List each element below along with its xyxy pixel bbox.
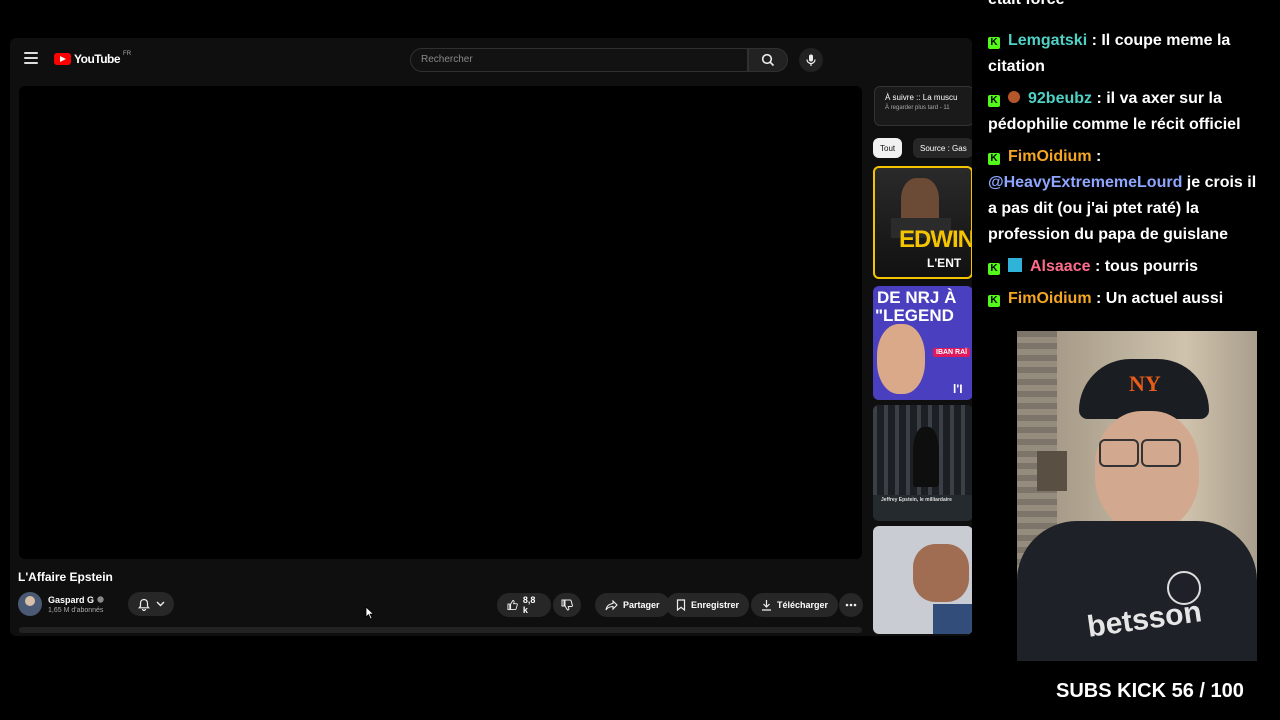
chip-source[interactable]: Source : Gas [913,138,972,158]
chat-message: K Alsaace : tous pourris [988,254,1263,280]
more-actions-button[interactable] [839,593,863,617]
kick-badge-icon: K [988,263,1000,275]
save-label: Enregistrer [691,600,740,610]
video-title: L'Affaire Epstein [18,570,113,584]
verified-icon [97,596,104,603]
chat-mention[interactable]: @HeavyExtrememeLourd [988,174,1182,191]
chat-username[interactable]: FimOidium [1008,290,1092,307]
microphone-icon [806,54,816,66]
background-shelf [1037,451,1067,491]
thumbnail-title: DE NRJ À [877,288,957,307]
youtube-window: YouTube FR Rechercher L'Affaire Epstein … [10,38,972,636]
chat-separator: : [1092,90,1107,107]
recommended-video-thumbnail[interactable]: Jeffrey Epstein, le milliardaire [873,405,972,521]
chat-username[interactable]: Lemgatski [1008,32,1087,49]
user-badge-icon [1008,258,1022,272]
shirt-crest [1167,571,1201,605]
thumbnail-person [877,324,925,394]
kick-badge-icon: K [988,37,1000,49]
download-label: Télécharger [777,600,829,610]
like-count: 8,8 k [522,595,536,615]
thumbs-up-icon [507,600,518,610]
person-shirt [1017,521,1257,661]
youtube-logo-text: YouTube [74,52,121,66]
cap-logo: NY [1129,371,1161,396]
chevron-down-icon [156,601,164,607]
chat-message: K 92beubz : il va axer sur la pédophilie … [988,86,1263,138]
webcam-feed: NY betsson [1017,331,1257,661]
thumbnail-title-line2: "LEGEND [875,306,954,325]
chat-text: Un actuel aussi [1105,290,1224,307]
chat-username[interactable]: FimOidium [1008,148,1092,165]
up-next-playlist[interactable]: À suivre :: La muscu À regarder plus tar… [874,86,972,126]
recommended-video-thumbnail[interactable]: DE NRJ À "LEGEND IBAN RAÏ l'I [873,286,972,400]
chat-message: K FimOidium : @HeavyExtrememeLourd je cro… [988,144,1263,248]
thumbnail-shirt [933,604,972,634]
search-input[interactable]: Rechercher [410,48,748,72]
chat-message: K FimOidium : Un actuel aussi [988,286,1263,312]
thumbnail-badge: IBAN RAÏ [933,348,971,357]
channel-info: Gaspard G 1,65 M d'abonnés [18,592,104,616]
youtube-header: YouTube FR Rechercher [10,38,972,84]
thumbs-down-icon [561,599,573,611]
bell-icon [137,598,150,611]
thumbnail-corner-text: l'I [953,382,963,396]
thumbnail-subtitle: L'ENT [927,256,962,270]
chat-username[interactable]: Alsaace [1030,258,1091,275]
chat-message-fragment: était forcé [988,0,1263,13]
save-button[interactable]: Enregistrer [666,593,750,617]
chat-text: il va axer sur la pédophilie comme le ré… [988,90,1241,133]
kick-badge-icon: K [988,295,1000,307]
up-next-title: À suivre :: La muscu [885,93,958,102]
dislike-button[interactable] [553,593,581,617]
chip-all[interactable]: Tout [873,138,903,158]
glasses-right [1141,439,1181,467]
thumbnail-person [913,544,969,602]
kick-badge-icon: K [988,95,1000,107]
share-icon [605,599,618,610]
recommended-video-thumbnail[interactable]: EDWIN L'ENT [873,166,972,279]
voice-search-button[interactable] [799,48,823,72]
like-button[interactable]: 8,8 k [497,593,551,617]
thumbnail-person [913,427,939,487]
glasses-left [1099,439,1139,467]
download-icon [762,600,771,611]
share-button[interactable]: Partager [595,593,670,617]
mouse-cursor-icon [365,606,375,620]
person-face [1095,411,1199,531]
hamburger-menu-icon[interactable] [24,52,38,64]
kick-badge-icon: K [988,153,1000,165]
share-label: Partager [623,600,660,610]
up-next-subtitle: À regarder plus tard - 11 [885,105,950,111]
channel-avatar[interactable] [18,592,42,616]
chat-username[interactable]: 92beubz [1028,90,1092,107]
channel-name[interactable]: Gaspard G [48,595,94,605]
search-button[interactable] [748,48,788,72]
subs-goal-counter: SUBS KICK 56 / 100 [1056,680,1244,702]
search-icon [761,53,775,67]
chat-text: tous pourris [1104,258,1199,275]
country-code: FR [123,51,132,57]
user-badge-icon [1008,91,1020,103]
channel-subscribers: 1,65 M d'abonnés [48,606,104,614]
subscribed-notification-button[interactable] [128,592,174,616]
youtube-play-icon [54,53,71,65]
page-bottom-bar [19,627,862,633]
thumbnail-title: EDWIN [899,226,972,253]
chat-separator: : [1087,32,1102,49]
bookmark-icon [676,599,686,611]
chat-separator: : [1090,258,1105,275]
youtube-logo[interactable]: YouTube FR [54,51,132,66]
chat-separator: : [1091,290,1106,307]
download-button[interactable]: Télécharger [751,593,839,617]
video-player[interactable] [19,86,862,559]
more-horizontal-icon [845,603,857,607]
chat-separator: : [1091,148,1102,165]
recommended-video-thumbnail[interactable] [873,526,972,634]
chat-message: K Lemgatski : Il coupe meme la citation [988,28,1263,80]
thumbnail-caption: Jeffrey Epstein, le milliardaire [881,497,952,503]
